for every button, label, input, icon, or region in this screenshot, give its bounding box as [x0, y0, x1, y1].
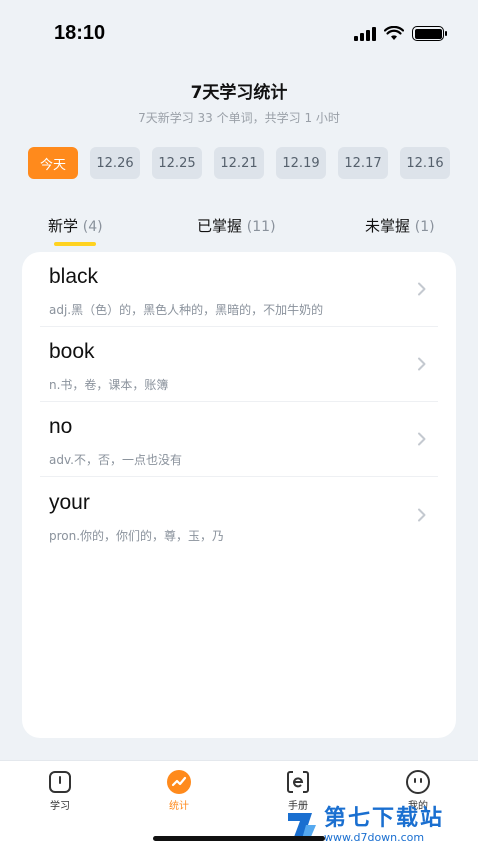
word-status-tabs: 新学 (4) 已掌握 (11) 未掌握 (1): [0, 215, 478, 255]
tab-unmastered-label: 未掌握: [365, 217, 411, 235]
page-subtitle: 7天新学习 33 个单词，共学习 1 小时: [138, 111, 340, 125]
date-chip[interactable]: 12.26: [90, 147, 140, 179]
date-chip[interactable]: 12.25: [152, 147, 202, 179]
tab-new-label: 新学: [48, 217, 79, 235]
battery-icon: [412, 26, 447, 41]
chevron-right-icon: [418, 432, 426, 446]
home-indicator[interactable]: [153, 836, 325, 841]
date-chip[interactable]: 12.19: [276, 147, 326, 179]
status-time: 18:10: [54, 22, 106, 44]
word-item[interactable]: your pron.你的，你们的，尊，玉，乃: [40, 478, 438, 553]
word-text: book: [49, 340, 95, 363]
word-definition: adj.黑（色）的，黑色人种的，黑暗的，不加牛奶的: [49, 303, 324, 317]
chevron-right-icon: [418, 357, 426, 371]
watermark-url: www.d7down.com: [324, 830, 425, 844]
date-selector: 今天 12.26 12.25 12.21 12.19 12.17 12.16: [28, 147, 450, 179]
nav-stats[interactable]: 统计: [149, 769, 209, 812]
word-list: black adj.黑（色）的，黑色人种的，黑暗的，不加牛奶的 book n.书…: [22, 252, 456, 738]
stats-icon: [167, 770, 191, 794]
cellular-signal-icon: [354, 26, 376, 41]
word-definition: pron.你的，你们的，尊，玉，乃: [49, 529, 225, 543]
tab-unmastered[interactable]: 未掌握 (1): [365, 215, 435, 236]
active-tab-indicator: [54, 242, 96, 246]
word-definition: adv.不，否，一点也没有: [49, 453, 182, 467]
date-chip[interactable]: 12.16: [400, 147, 450, 179]
word-definition: n.书，卷，课本，账簿: [49, 378, 169, 392]
tab-new[interactable]: 新学 (4): [48, 215, 103, 236]
profile-icon: [406, 770, 430, 794]
nav-stats-label: 统计: [169, 801, 189, 812]
word-text: black: [49, 265, 99, 288]
status-bar: 18:10: [0, 0, 478, 70]
date-chip-today[interactable]: 今天: [28, 147, 78, 179]
tab-mastered-count: (11): [246, 219, 276, 235]
tab-mastered-label: 已掌握: [197, 217, 243, 235]
date-chip[interactable]: 12.17: [338, 147, 388, 179]
page-title: 7天学习统计: [190, 83, 288, 103]
word-item[interactable]: book n.书，卷，课本，账簿: [40, 327, 438, 402]
nav-study-label: 学习: [50, 801, 70, 812]
word-item[interactable]: no adv.不，否，一点也没有: [40, 402, 438, 477]
word-text: your: [49, 491, 90, 514]
chevron-right-icon: [418, 508, 426, 522]
word-text: no: [49, 415, 73, 438]
nav-study[interactable]: 学习: [30, 769, 90, 812]
study-icon: [49, 771, 71, 793]
handbook-icon: [287, 771, 309, 793]
watermark-title: 第七下载站: [324, 805, 445, 831]
tab-new-count: (4): [82, 219, 103, 235]
wifi-icon: [384, 26, 404, 40]
tab-unmastered-count: (1): [414, 219, 435, 235]
chevron-right-icon: [418, 282, 426, 296]
status-icons: [354, 26, 447, 41]
tab-mastered[interactable]: 已掌握 (11): [197, 215, 276, 236]
word-item[interactable]: black adj.黑（色）的，黑色人种的，黑暗的，不加牛奶的: [40, 252, 438, 327]
date-chip[interactable]: 12.21: [214, 147, 264, 179]
site-watermark: 第七下载站 www.d7down.com: [284, 800, 478, 850]
